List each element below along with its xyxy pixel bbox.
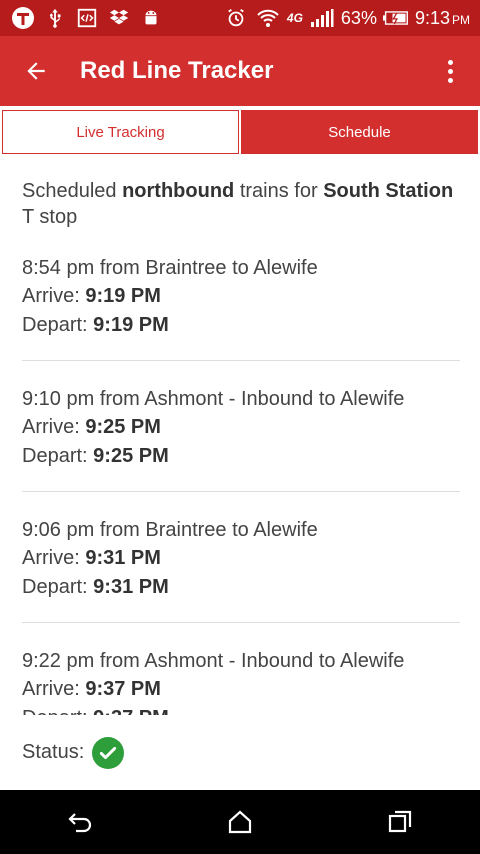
mbta-t-icon [10, 5, 36, 31]
train-arrive: Arrive: 9:37 PM [22, 675, 460, 704]
app-bar: Red Line Tracker [0, 36, 480, 106]
depart-label: Depart: [22, 576, 94, 598]
battery-percent: 63% [340, 7, 377, 28]
train-route: 9:06 pm from Braintree to Alewife [22, 519, 318, 541]
usb-icon [42, 5, 68, 31]
train-depart: Depart: 9:19 PM [22, 311, 460, 340]
arrow-back-icon [27, 62, 45, 80]
arrive-label: Arrive: [22, 416, 86, 438]
arrive-label: Arrive: [22, 678, 86, 700]
train-arrive: Arrive: 9:25 PM [22, 413, 460, 442]
back-icon [68, 813, 92, 833]
clock-ampm: PM [452, 12, 470, 27]
train-route: 9:10 pm from Ashmont - Inbound to Alewif… [22, 388, 405, 410]
system-indicators: 4G 63% 9:13 PM [223, 5, 480, 31]
system-status-bar: 4G 63% 9:13 PM [0, 0, 480, 36]
train-route: 9:22 pm from Ashmont - Inbound to Alewif… [22, 650, 405, 672]
arrive-time: 9:31 PM [85, 547, 161, 569]
train-item[interactable]: 9:06 pm from Braintree to Alewife Arrive… [22, 492, 460, 623]
arrive-label: Arrive: [22, 285, 86, 307]
clock: 9:13 PM [415, 8, 470, 29]
train-route: 8:54 pm from Braintree to Alewife [22, 257, 318, 279]
recents-icon [388, 810, 412, 833]
app-title: Red Line Tracker [80, 57, 274, 84]
notification-icons [0, 5, 164, 31]
nav-home-button[interactable] [200, 790, 280, 854]
intro-direction: northbound [122, 180, 235, 202]
dropbox-icon [106, 5, 132, 31]
intro-prefix: Scheduled [22, 180, 123, 202]
arrive-time: 9:19 PM [85, 285, 161, 307]
train-depart: Depart: 9:37 PM [22, 704, 460, 715]
tab-bar: Live Tracking Schedule [0, 106, 480, 158]
home-icon [228, 810, 252, 834]
wifi-icon [255, 5, 281, 31]
depart-time: 9:19 PM [93, 314, 169, 336]
signal-icon [309, 5, 335, 31]
network-type: 4G [286, 11, 303, 25]
train-depart: Depart: 9:25 PM [22, 442, 460, 471]
clock-time: 9:13 [414, 7, 450, 28]
system-nav-bar [0, 790, 480, 854]
tab-live-tracking[interactable]: Live Tracking [2, 110, 239, 154]
train-depart: Depart: 9:31 PM [22, 573, 460, 602]
train-arrive: Arrive: 9:31 PM [22, 544, 460, 573]
status-label: Status: [22, 741, 85, 763]
more-vert-icon [447, 58, 453, 85]
depart-time: 9:37 PM [93, 707, 169, 715]
android-icon [138, 5, 164, 31]
intro-station: South Station [323, 180, 454, 202]
train-arrive: Arrive: 9:19 PM [22, 282, 460, 311]
status-bar-footer: Status: [0, 715, 480, 790]
schedule-list[interactable]: Scheduled northbound trains for South St… [0, 158, 480, 715]
arrive-label: Arrive: [22, 547, 86, 569]
nav-back-button[interactable] [40, 790, 120, 854]
arrive-time: 9:25 PM [85, 416, 161, 438]
alarm-icon [223, 5, 249, 31]
code-icon [74, 5, 100, 31]
depart-label: Depart: [22, 314, 94, 336]
intro-middle: trains for [234, 180, 324, 202]
train-item[interactable]: 8:54 pm from Braintree to Alewife Arrive… [22, 230, 460, 361]
depart-time: 9:31 PM [93, 576, 169, 598]
depart-time: 9:25 PM [93, 445, 169, 467]
overflow-menu-button[interactable] [420, 36, 480, 106]
train-item[interactable]: 9:22 pm from Ashmont - Inbound to Alewif… [22, 623, 460, 715]
depart-label: Depart: [22, 707, 93, 715]
intro-suffix: T stop [22, 206, 78, 228]
train-item[interactable]: 9:10 pm from Ashmont - Inbound to Alewif… [22, 361, 460, 492]
depart-label: Depart: [22, 445, 94, 467]
schedule-intro: Scheduled northbound trains for South St… [22, 178, 460, 230]
nav-recents-button[interactable] [360, 790, 440, 854]
tab-schedule[interactable]: Schedule [241, 110, 478, 154]
check-circle-icon [92, 736, 125, 769]
back-button[interactable] [0, 36, 72, 106]
arrive-time: 9:37 PM [85, 678, 161, 700]
battery-charging-icon [382, 5, 409, 31]
